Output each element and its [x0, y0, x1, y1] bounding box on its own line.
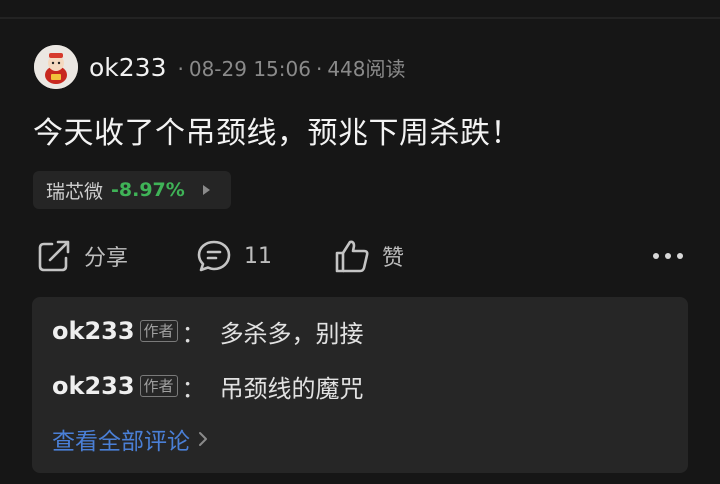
comment-count: 11 — [244, 243, 272, 269]
post-meta: · 08-29 15:06 · 448阅读 — [173, 53, 406, 82]
view-all-label: 查看全部评论 — [52, 429, 190, 455]
read-count: 448阅读 — [327, 56, 406, 81]
post-date: 08-29 15:06 — [188, 56, 311, 81]
comment-button[interactable]: 11 — [196, 236, 272, 276]
like-button[interactable]: 赞 — [334, 236, 404, 276]
meta-separator: · — [177, 56, 184, 81]
view-all-comments-link[interactable]: 查看全部评论 — [52, 423, 208, 455]
comment-author[interactable]: ok233 — [52, 317, 135, 345]
comment-icon — [197, 240, 231, 272]
post-header: ok233 · 08-29 15:06 · 448阅读 — [34, 44, 406, 90]
stock-change: -8.97% — [111, 179, 185, 201]
comment-item[interactable]: ok233 作者 ： 多杀多，别接 — [52, 314, 364, 348]
share-button[interactable]: 分享 — [36, 236, 128, 276]
post-body: 今天收了个吊颈线，预兆下周杀跌！ — [33, 116, 521, 151]
chevron-right-icon — [199, 432, 207, 446]
more-button[interactable] — [652, 236, 684, 276]
stock-chip[interactable]: 瑞芯微 -8.97% — [33, 171, 231, 209]
play-arrow-icon — [202, 185, 210, 195]
avatar[interactable] — [34, 45, 78, 89]
more-dots-icon — [653, 253, 683, 259]
comment-text: 多杀多，别接 — [219, 319, 364, 348]
comment-colon: ： — [181, 374, 206, 403]
share-icon — [38, 240, 70, 272]
share-label: 分享 — [84, 246, 129, 271]
comment-author[interactable]: ok233 — [52, 372, 135, 400]
comment-preview-card[interactable]: ok233 作者 ： 多杀多，别接 ok233 作者 ： 吊颈线的魔咒 查看全部… — [32, 297, 688, 473]
stock-name: 瑞芯微 — [46, 180, 104, 203]
author-badge: 作者 — [139, 375, 178, 397]
like-label: 赞 — [382, 246, 405, 271]
action-bar: 分享 11 赞 — [0, 236, 720, 276]
meta-separator: · — [315, 56, 323, 81]
comment-item[interactable]: ok233 作者 ： 吊颈线的魔咒 — [52, 369, 364, 403]
author-name[interactable]: ok233 — [89, 53, 167, 82]
thumbs-up-icon — [335, 240, 369, 273]
top-divider — [0, 17, 720, 19]
comment-colon: ： — [181, 319, 206, 348]
comment-text: 吊颈线的魔咒 — [219, 374, 364, 403]
author-badge: 作者 — [139, 320, 178, 342]
avatar-image — [34, 45, 78, 89]
